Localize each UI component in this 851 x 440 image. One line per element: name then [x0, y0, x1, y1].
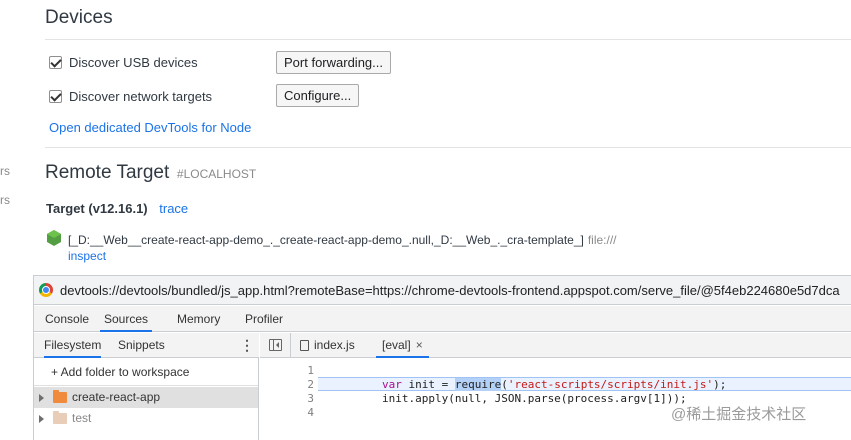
discover-usb-checkbox[interactable]	[49, 56, 62, 69]
code-text: );	[713, 378, 727, 391]
tab-console[interactable]: Console	[45, 306, 89, 332]
toggle-navigator-icon[interactable]	[269, 339, 282, 351]
folder-icon	[53, 411, 67, 424]
tab-snippets[interactable]: Snippets	[118, 333, 165, 358]
devtools-tabbar: Console Sources Memory Profiler	[34, 306, 851, 332]
folder-label: create-react-app	[72, 390, 161, 404]
code-text: init =	[401, 378, 455, 391]
line-gutter: 1 2 3 4	[260, 358, 318, 440]
add-folder-button[interactable]: + Add folder to workspace	[34, 358, 258, 386]
close-icon[interactable]: ×	[416, 338, 423, 352]
code-selection: require	[454, 378, 502, 391]
divider	[45, 39, 851, 40]
folder-test[interactable]: test	[34, 408, 258, 429]
code-text: (	[501, 378, 508, 391]
watermark: @稀土掘金技术社区	[671, 406, 807, 423]
discover-network-label: Discover network targets	[69, 89, 213, 104]
devtools-url: devtools://devtools/bundled/js_app.html?…	[60, 283, 840, 298]
editor-tabbar: index.js [eval] ×	[260, 333, 851, 358]
discover-network-row: Discover network targets	[49, 89, 212, 104]
devices-title: Devices	[45, 7, 113, 28]
expand-arrow-icon[interactable]	[39, 415, 44, 423]
folder-icon	[53, 390, 67, 403]
target-line: [_D:__Web__create-react-app-demo_._creat…	[68, 233, 617, 247]
more-options-icon[interactable]: ⋮	[240, 337, 254, 353]
code-keyword: var	[382, 378, 402, 391]
target-name: [_D:__Web__create-react-app-demo_._creat…	[68, 233, 584, 247]
target-url: file:///	[587, 233, 617, 247]
editor-tab-eval[interactable]: [eval] ×	[376, 333, 429, 358]
tab-profiler[interactable]: Profiler	[245, 306, 283, 332]
discover-usb-row: Discover USB devices	[49, 55, 198, 70]
navigator-tabbar: Filesystem Snippets ⋮	[34, 333, 259, 358]
trace-link[interactable]: trace	[159, 201, 188, 216]
line-number: 4	[307, 406, 314, 419]
tab-memory[interactable]: Memory	[177, 306, 220, 332]
editor-tab-label: [eval]	[382, 338, 411, 352]
sources-navigator: Filesystem Snippets ⋮ + Add folder to wo…	[34, 333, 259, 440]
chrome-icon	[39, 283, 53, 297]
port-forwarding-button[interactable]: Port forwarding...	[276, 51, 391, 74]
line-number: 3	[307, 392, 314, 405]
remote-target-subtitle: #LOCALHOST	[176, 167, 257, 181]
devtools-titlebar: devtools://devtools/bundled/js_app.html?…	[34, 276, 851, 305]
file-icon	[300, 340, 309, 351]
inspect-link[interactable]: inspect	[68, 249, 106, 263]
nodejs-icon	[47, 230, 61, 246]
clipped-text: rs	[0, 164, 10, 178]
tab-filesystem[interactable]: Filesystem	[44, 333, 102, 358]
code-line[interactable]: var init = require('react-scripts/script…	[318, 377, 851, 391]
editor-tab-index-js[interactable]: index.js	[314, 333, 355, 358]
target-version: Target (v12.16.1)	[46, 201, 148, 216]
discover-usb-label: Discover USB devices	[69, 55, 198, 70]
open-node-devtools-link[interactable]: Open dedicated DevTools for Node	[49, 120, 251, 135]
remote-target-header: Remote Target #LOCALHOST	[45, 162, 256, 184]
divider	[45, 147, 851, 148]
line-number: 2	[307, 378, 314, 391]
target-heading: Target (v12.16.1) trace	[46, 201, 188, 216]
expand-arrow-icon[interactable]	[39, 394, 44, 402]
tab-sources[interactable]: Sources	[100, 306, 153, 332]
folder-create-react-app[interactable]: create-react-app	[34, 387, 258, 408]
line-number: 1	[307, 364, 314, 377]
code-string: 'react-scripts/scripts/init.js'	[507, 378, 714, 391]
configure-button[interactable]: Configure...	[276, 84, 360, 107]
folder-label: test	[72, 411, 92, 425]
separator	[290, 333, 291, 358]
remote-target-title: Remote Target	[45, 162, 170, 183]
clipped-text: rs	[0, 193, 10, 207]
discover-network-checkbox[interactable]	[49, 90, 62, 103]
